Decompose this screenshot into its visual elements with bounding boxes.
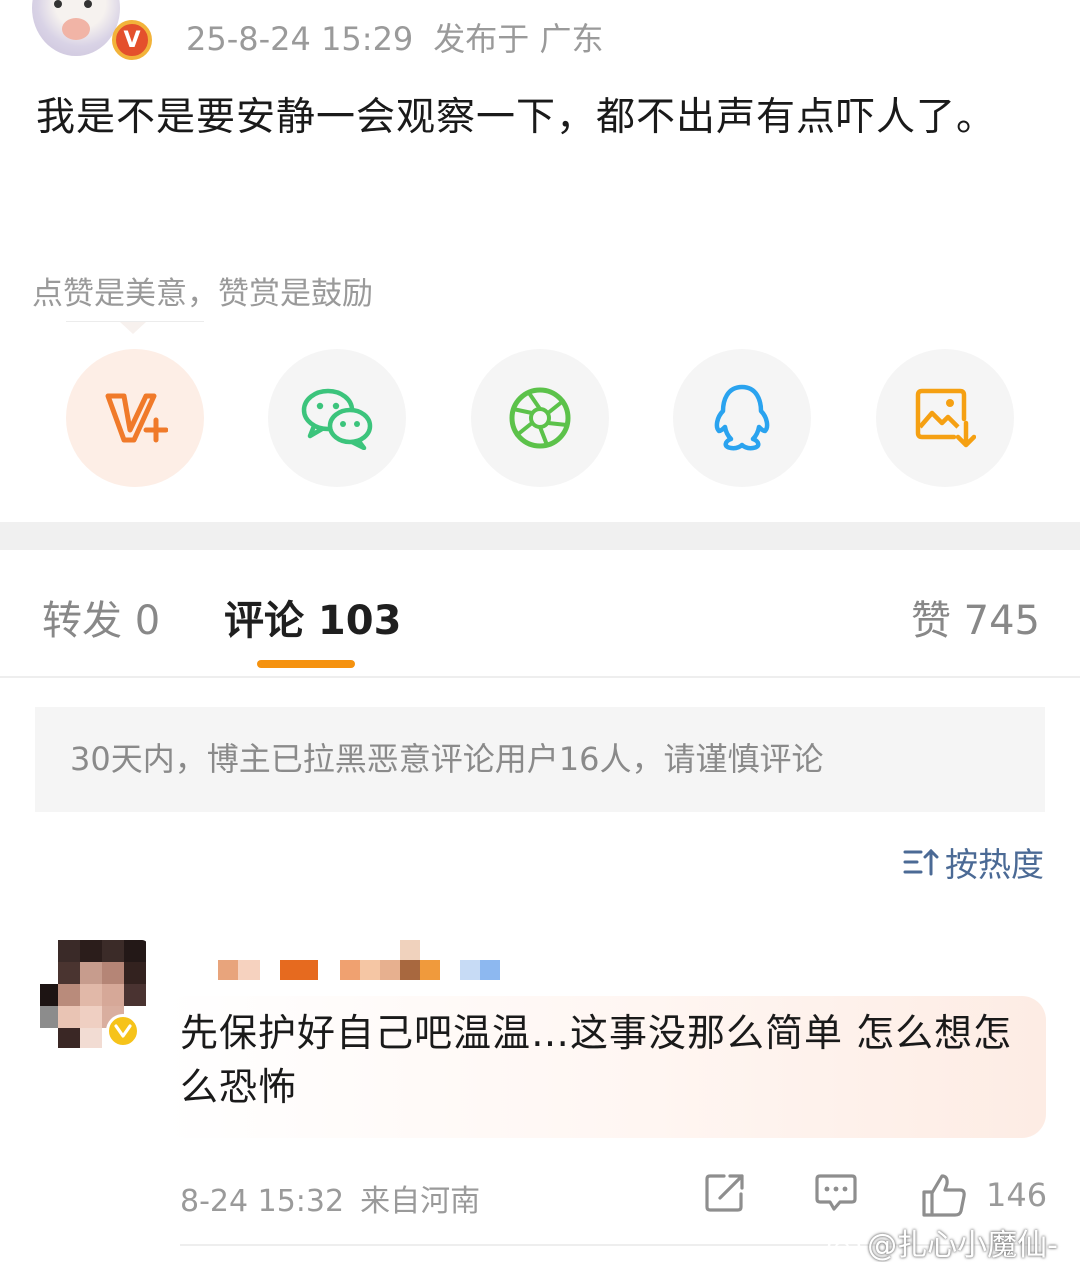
- hint-caret: [120, 322, 146, 334]
- post-meta: 25-8-24 15:29 发布于 广东: [186, 14, 603, 60]
- thumbs-up-icon: [922, 1174, 966, 1217]
- share-qq-button[interactable]: [673, 349, 811, 487]
- share-moments-button[interactable]: [471, 349, 609, 487]
- watermark: @扎心小魔仙-: [827, 1220, 1058, 1262]
- comment-text[interactable]: 先保护好自己吧温温…这事没那么简单 怎么想怎么恐怖: [180, 1006, 1030, 1114]
- verified-v-icon: [114, 1024, 132, 1038]
- author-avatar[interactable]: [32, 0, 120, 56]
- comment-location: 来自河南: [360, 1184, 481, 1219]
- active-tab-indicator: [257, 660, 355, 668]
- share-wechat-button[interactable]: [268, 349, 406, 487]
- comment-date-time: 8-24 15:32: [180, 1184, 345, 1219]
- share-row: [0, 349, 1080, 487]
- comment-reply-button[interactable]: [814, 1172, 858, 1214]
- reward-icon: [105, 393, 168, 443]
- sort-icon: [903, 848, 939, 876]
- moments-icon: [509, 387, 571, 449]
- comment-notice: 30天内，博主已拉黑恶意评论用户16人，请谨慎评论: [35, 707, 1045, 812]
- section-gap: [0, 522, 1080, 550]
- reward-button[interactable]: [66, 349, 204, 487]
- verified-badge: V: [112, 20, 152, 60]
- comment-like-button[interactable]: 146: [920, 1172, 1047, 1218]
- wechat-icon: [301, 388, 373, 450]
- sort-button[interactable]: 按热度: [903, 838, 1044, 886]
- share-icon: [705, 1174, 744, 1212]
- save-image-button[interactable]: [876, 349, 1014, 487]
- comment-icon: [815, 1174, 857, 1211]
- qq-icon: [714, 384, 770, 451]
- comment-meta: 8-24 15:32 来自河南: [180, 1176, 480, 1220]
- save-image-icon: [915, 388, 976, 448]
- weibo-logo-icon: [827, 1231, 865, 1257]
- post-text: 我是不是要安静一会观察一下，都不出声有点吓人了。: [36, 95, 997, 140]
- post-location: 发布于 广东: [433, 20, 604, 58]
- tab-repost[interactable]: 转发 0: [42, 588, 160, 646]
- comment-share-button[interactable]: [704, 1172, 746, 1212]
- sort-label: 按热度: [945, 845, 1044, 884]
- post-date-time: 25-8-24 15:29: [186, 20, 414, 58]
- reward-hint: 点赞是美意，赞赏是鼓励: [32, 276, 373, 312]
- tab-comment[interactable]: 评论 103: [224, 588, 401, 646]
- commenter-name-mosaic[interactable]: [218, 940, 508, 980]
- commenter-verified-badge: [106, 1014, 140, 1048]
- watermark-text: @扎心小魔仙-: [867, 1228, 1058, 1262]
- tab-like[interactable]: 赞 745: [911, 588, 1040, 646]
- tabs-divider: [0, 676, 1080, 678]
- like-count: 146: [986, 1176, 1048, 1214]
